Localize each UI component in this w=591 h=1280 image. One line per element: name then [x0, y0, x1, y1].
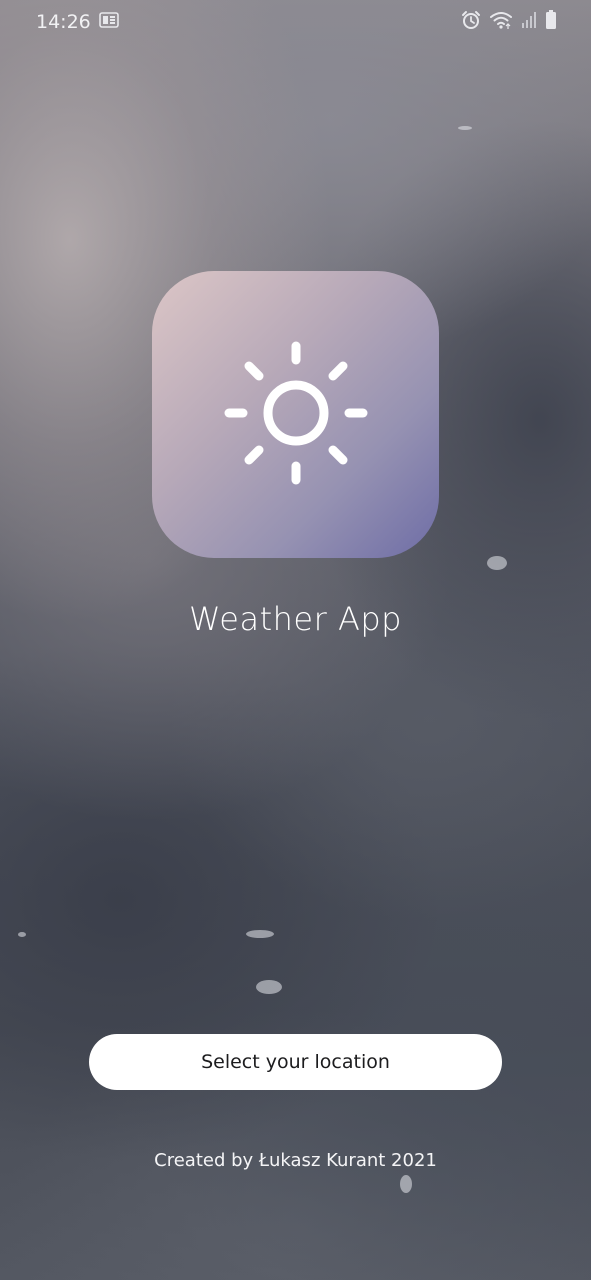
status-left: 14:26 [36, 11, 119, 33]
sun-icon [221, 338, 371, 492]
status-right [461, 10, 557, 34]
background-speck [400, 1175, 412, 1193]
alarm-icon [461, 10, 481, 34]
app-title: Weather App [189, 600, 402, 638]
battery-icon [545, 10, 557, 34]
background-speck [487, 556, 507, 570]
background-speck [18, 932, 26, 937]
background-speck [246, 930, 274, 938]
app-logo [152, 271, 439, 558]
notification-icon [98, 12, 119, 32]
wifi-icon [489, 10, 513, 34]
signal-icon [521, 11, 537, 33]
status-time: 14:26 [36, 11, 91, 33]
background-speck [256, 980, 282, 994]
select-location-button[interactable]: Select your location [89, 1034, 502, 1090]
credit-text: Created by Łukasz Kurant 2021 [154, 1150, 437, 1171]
background-speck [458, 126, 472, 130]
status-bar: 14:26 [0, 0, 591, 44]
